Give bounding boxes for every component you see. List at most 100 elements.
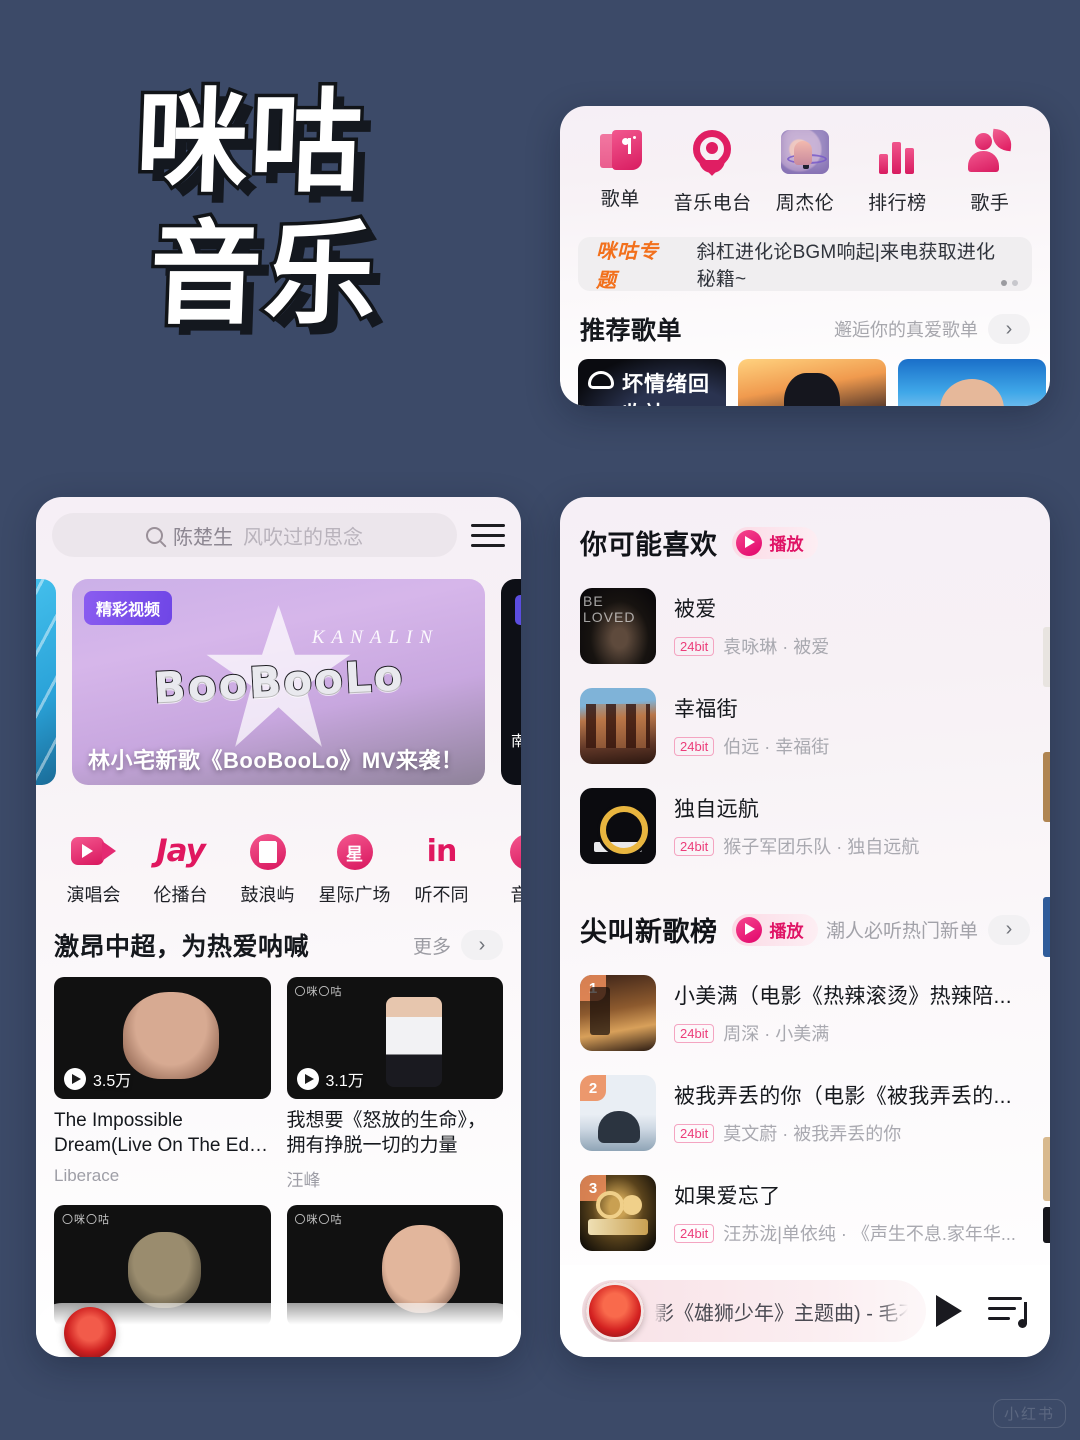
play-label: 播放 xyxy=(769,922,804,941)
video-card[interactable]: 3.5万 The Impossible Dream(Live On The Ed… xyxy=(54,977,271,1191)
hero-title: 林小宅新歌《BooBooLo》MV来袭！ xyxy=(88,748,464,773)
search-row: 陈楚生 风吹过的思念 xyxy=(36,497,521,557)
discover-card: 你可能喜欢 播放 BE LOVED 被爱 24bit 袁咏琳 · 被爱 幸福街 … xyxy=(560,497,1050,1357)
chevron-right-icon[interactable]: › xyxy=(988,914,1030,945)
video-thumbnail[interactable]: 〇咪〇咕 3.1万 xyxy=(286,977,503,1099)
quick-entry-label: 演唱会 xyxy=(66,885,121,905)
rank-badge: 1 xyxy=(580,975,606,1001)
quick-entry-label: 伦播台 xyxy=(153,885,208,905)
song-artist: 莫文蔚 · 被我弄丢的你 xyxy=(723,1124,902,1144)
song-row[interactable]: 3 如果爱忘了 24bit 汪苏泷|单依纯 · 《声生不息.家年华... xyxy=(580,1163,1030,1263)
playlist-card-title: 坏情绪回收站 xyxy=(622,373,710,406)
song-name: 被我弄丢的你（电影《被我弄丢的... xyxy=(674,1085,1012,1108)
video-artist: 汪峰 xyxy=(286,1171,321,1191)
mini-player-partial[interactable] xyxy=(36,1303,521,1357)
nav-label: 歌手 xyxy=(970,193,1010,214)
song-cover[interactable] xyxy=(580,688,656,764)
song-cover[interactable] xyxy=(580,788,656,864)
partial-icon xyxy=(506,831,521,871)
poster-title-line-2: 音乐 xyxy=(144,207,384,344)
nav-card: 歌单 音乐电台 周杰伦 排行榜 歌手 咪咕专题 斜杠进化论BGM响起|来电获取进… xyxy=(560,106,1050,406)
topic-banner[interactable]: 咪咕专题 斜杠进化论BGM响起|来电获取进化秘籍~ xyxy=(578,237,1032,292)
may-like-play-button[interactable]: 播放 xyxy=(731,526,818,559)
song-name: 幸福街 xyxy=(674,698,738,721)
quick-entry-music[interactable]: 音乐 xyxy=(485,831,521,907)
video-card[interactable]: 〇咪〇咕 3.1万 我想要《怒放的生命》，拥有挣脱一切的力量 汪峰 xyxy=(286,977,503,1191)
playlist-icon xyxy=(598,130,643,172)
may-like-title: 你可能喜欢 xyxy=(580,530,718,560)
radio-icon xyxy=(684,122,739,176)
nav-label: 音乐电台 xyxy=(673,193,752,214)
song-row[interactable]: BE LOVED 被爱 24bit 袁咏琳 · 被爱 xyxy=(580,576,1030,676)
song-row[interactable]: 独自远航 24bit 猴子军团乐队 · 独自远航 xyxy=(580,776,1030,876)
quick-entry-gulangyu[interactable]: 鼓浪屿 xyxy=(224,831,311,907)
search-query-secondary: 风吹过的思念 xyxy=(243,526,363,549)
star-badge-icon: 星 xyxy=(332,831,378,871)
recommend-playlist-row[interactable]: 坏情绪回收站 xyxy=(560,347,1050,406)
hero-next-slide[interactable]: 南 xyxy=(501,579,521,785)
play-triangle-icon xyxy=(64,1068,86,1090)
chevron-right-icon[interactable]: › xyxy=(988,314,1030,344)
new-chart-title: 尖叫新歌榜 xyxy=(580,917,718,947)
play-circle-icon xyxy=(735,529,762,556)
song-row[interactable]: 1 小美满（电影《热辣滚烫》热辣陪... 24bit 周深 · 小美满 xyxy=(580,963,1030,1063)
banner-pagination-dots xyxy=(1001,280,1018,286)
song-artist: 猴子军团乐队 · 独自远航 xyxy=(723,837,920,857)
video-title: The Impossible Dream(Live On The Ed Sull… xyxy=(54,1110,250,1156)
quick-entry-tingbutong[interactable]: in 听不同 xyxy=(398,831,485,907)
nav-item-radio[interactable]: 音乐电台 xyxy=(666,122,758,215)
song-artist: 周深 · 小美满 xyxy=(723,1024,830,1044)
video-section-more[interactable]: 更多 xyxy=(413,932,451,959)
song-row[interactable]: 幸福街 24bit 伯远 · 幸福街 xyxy=(580,676,1030,776)
song-cover[interactable]: BE LOVED xyxy=(580,588,656,664)
chevron-right-icon[interactable]: › xyxy=(461,930,503,960)
quality-badge: 24bit xyxy=(674,1123,715,1143)
hero-prev-slide[interactable] xyxy=(36,579,56,785)
quick-entry-row: 演唱会 Jay 伦播台 鼓浪屿 星 星际广场 in 听不同 音乐 xyxy=(36,815,521,907)
song-name: 小美满（电影《热辣滚烫》热辣陪... xyxy=(674,985,1012,1008)
quick-entry-label: 鼓浪屿 xyxy=(240,885,295,905)
video-play-count: 3.1万 xyxy=(296,1067,364,1091)
hero-carousel[interactable]: 南 KANALIN BooBooLo 精彩视频 林小宅新歌《BooBooLo》M… xyxy=(36,557,521,815)
song-cover[interactable]: 2 xyxy=(580,1075,656,1151)
quality-badge: 24bit xyxy=(674,636,715,656)
playlist-card[interactable] xyxy=(738,359,886,406)
video-camera-icon xyxy=(70,831,117,871)
nav-item-playlist[interactable]: 歌单 xyxy=(574,130,666,215)
play-triangle-icon[interactable] xyxy=(936,1295,962,1327)
search-query-primary: 陈楚生 xyxy=(173,526,233,549)
mini-player-track-area[interactable]: 影《雄狮少年》主题曲) - 毛不易 xyxy=(582,1280,926,1342)
playlist-card[interactable] xyxy=(898,359,1046,406)
song-row[interactable]: 2 被我弄丢的你（电影《被我弄丢的... 24bit 莫文蔚 · 被我弄丢的你 xyxy=(580,1063,1030,1163)
quick-entry-xingji[interactable]: 星 星际广场 xyxy=(311,831,398,907)
may-like-header: 你可能喜欢 播放 xyxy=(560,497,1050,562)
recommend-subtitle: 邂逅你的真爱歌单 xyxy=(834,320,978,340)
song-artist: 伯远 · 幸福街 xyxy=(723,737,830,757)
video-thumbnail[interactable]: 3.5万 xyxy=(54,977,271,1099)
hero-slide-active[interactable]: KANALIN BooBooLo 精彩视频 林小宅新歌《BooBooLo》MV来… xyxy=(72,579,485,785)
new-chart-play-button[interactable]: 播放 xyxy=(731,913,818,946)
song-cover[interactable]: 3 xyxy=(580,1175,656,1251)
mini-player-cover[interactable] xyxy=(586,1282,644,1340)
recommend-section-header: 推荐歌单 邂逅你的真爱歌单 › xyxy=(560,291,1050,347)
nav-label: 周杰伦 xyxy=(775,193,835,214)
search-input[interactable]: 陈楚生 风吹过的思念 xyxy=(52,513,457,557)
song-name: 独自远航 xyxy=(674,798,760,821)
nav-item-jay-chou[interactable]: 周杰伦 xyxy=(759,130,851,215)
playlist-card[interactable]: 坏情绪回收站 xyxy=(578,359,726,406)
nav-item-chart[interactable]: 排行榜 xyxy=(851,130,943,215)
quick-entry-lunbotai[interactable]: Jay 伦播台 xyxy=(137,831,224,907)
jay-text-icon: Jay xyxy=(156,833,206,869)
video-section-title: 激昂中超，为热爱呐喊 xyxy=(54,933,310,961)
playlist-queue-icon[interactable] xyxy=(988,1294,1028,1328)
mini-player-cover[interactable] xyxy=(64,1307,116,1357)
quick-entry-label: 音乐 xyxy=(510,885,522,905)
song-artist: 袁咏琳 · 被爱 xyxy=(723,637,830,657)
migu-watermark: 〇咪〇咕 xyxy=(294,1214,343,1227)
hamburger-menu-icon[interactable] xyxy=(471,523,505,547)
video-artist: Liberace xyxy=(54,1166,120,1186)
quick-entry-concert[interactable]: 演唱会 xyxy=(50,831,137,907)
nav-label: 排行榜 xyxy=(868,193,927,214)
song-cover[interactable]: 1 xyxy=(580,975,656,1051)
nav-item-singer[interactable]: 歌手 xyxy=(944,128,1036,215)
